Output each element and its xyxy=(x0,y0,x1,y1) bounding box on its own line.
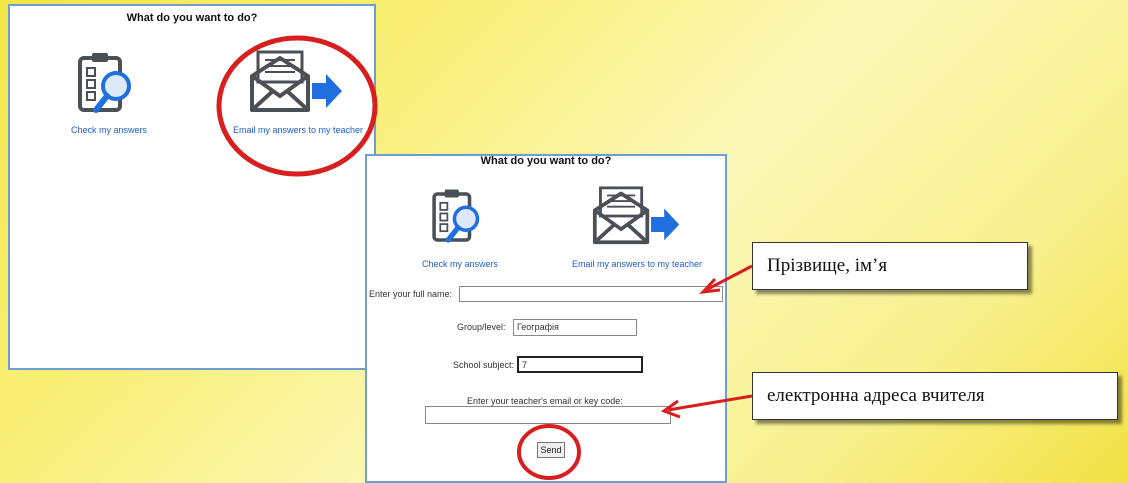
school-subject-label: School subject: xyxy=(453,360,515,370)
activity-panel-back: What do you want to do? Check my answers… xyxy=(8,4,376,370)
check-answers-link[interactable]: Check my answers xyxy=(44,125,174,135)
clipboard-search-icon[interactable] xyxy=(427,184,489,255)
send-button[interactable]: Send xyxy=(537,442,565,458)
teacher-email-label: Enter your teacher's email or key code: xyxy=(467,396,623,406)
group-level-input[interactable]: Географія xyxy=(513,319,637,336)
panel-title: What do you want to do? xyxy=(126,12,258,24)
name-callout: Прізвище, ім’я xyxy=(752,242,1028,290)
group-level-label: Group/level: xyxy=(457,322,506,332)
check-answers-link[interactable]: Check my answers xyxy=(395,259,525,269)
email-send-icon[interactable] xyxy=(591,186,683,251)
school-subject-input[interactable]: 7 xyxy=(517,356,643,373)
full-name-label: Enter your full name: xyxy=(369,289,453,299)
panel-title: What do you want to do? xyxy=(480,155,612,167)
teacher-email-callout: електронна адреса вчителя xyxy=(752,372,1118,420)
email-teacher-link[interactable]: Email my answers to my teacher xyxy=(557,259,717,269)
clipboard-search-icon[interactable] xyxy=(72,48,142,125)
activity-panel-front: What do you want to do? Check my answers… xyxy=(365,154,727,483)
teacher-email-input[interactable] xyxy=(425,406,671,424)
email-send-icon[interactable] xyxy=(248,50,346,119)
email-teacher-link[interactable]: Email my answers to my teacher xyxy=(218,125,378,135)
full-name-input[interactable] xyxy=(459,286,723,302)
